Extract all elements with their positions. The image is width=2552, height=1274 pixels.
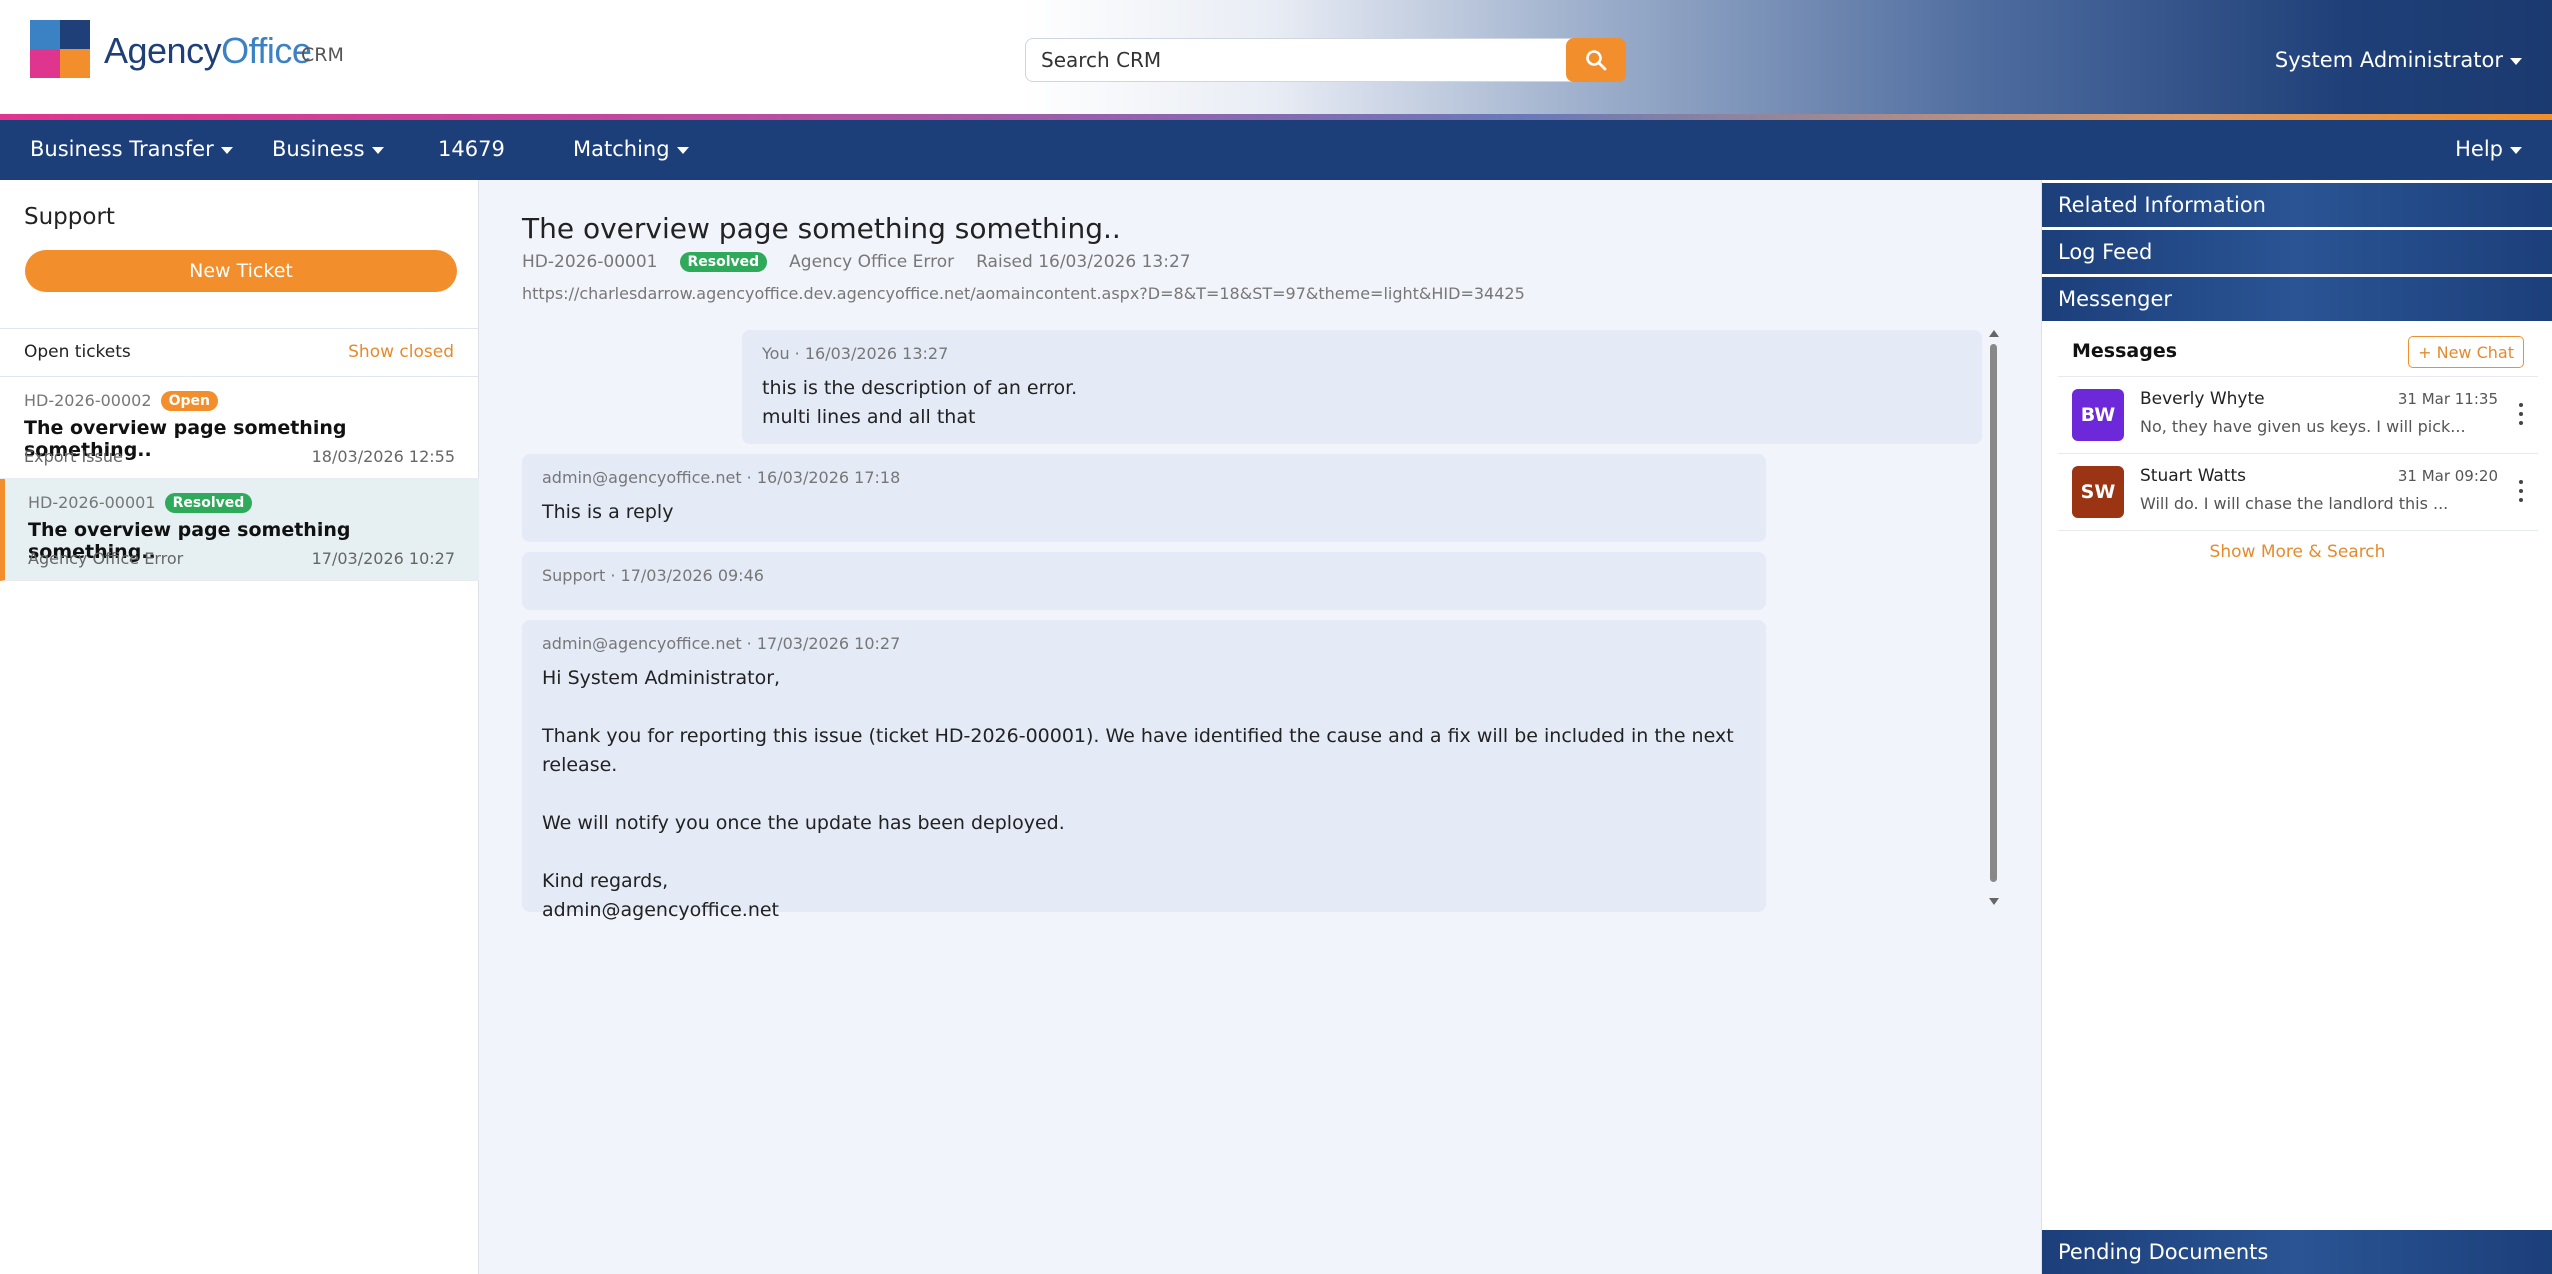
show-closed-link[interactable]: Show closed — [348, 342, 454, 362]
chat-preview: Will do. I will chase the landlord this … — [2140, 494, 2449, 513]
ticket-category: Export Issue — [24, 447, 123, 466]
message-header: Support · 17/03/2026 09:46 — [542, 566, 764, 585]
nav-help[interactable]: Help — [2455, 120, 2522, 180]
support-sidebar: Support New Ticket Open tickets Show clo… — [0, 180, 479, 1274]
app-header: AgencyOffice CRM System Administrator — [0, 0, 2552, 114]
new-chat-button[interactable]: + New Chat — [2408, 336, 2524, 368]
chevron-down-icon — [676, 146, 689, 154]
section-related-information[interactable]: Related Information — [2042, 183, 2552, 227]
scroll-down-arrow-icon[interactable] — [1989, 898, 1999, 905]
message-bubble: Support · 17/03/2026 09:46 — [522, 552, 1766, 610]
new-ticket-button[interactable]: New Ticket — [25, 250, 457, 292]
message-header: admin@agencyoffice.net · 17/03/2026 10:2… — [542, 634, 901, 653]
nav-record-14679[interactable]: 14679 — [438, 120, 505, 180]
search-icon — [1586, 50, 1607, 71]
message-header: admin@agencyoffice.net · 16/03/2026 17:1… — [542, 468, 901, 487]
message-header: You · 16/03/2026 13:27 — [762, 344, 949, 363]
ticket-id: HD-2026-00001 — [522, 252, 658, 272]
section-log-feed[interactable]: Log Feed — [2042, 230, 2552, 274]
open-tickets-label: Open tickets — [24, 342, 131, 362]
ticket-id: HD-2026-00001 — [28, 493, 156, 512]
avatar: BW — [2072, 389, 2124, 441]
nav-business[interactable]: Business — [272, 120, 384, 180]
avatar: SW — [2072, 466, 2124, 518]
status-badge: Resolved — [164, 493, 253, 513]
message-bubble-own: You · 16/03/2026 13:27 this is the descr… — [742, 330, 1982, 444]
message-body: this is the description of an error. mul… — [762, 377, 1078, 428]
ticket-list-item-selected[interactable]: HD-2026-00001 Resolved The overview page… — [0, 479, 479, 581]
chevron-down-icon — [2510, 146, 2522, 154]
search-button[interactable] — [1566, 38, 1626, 82]
divider — [0, 328, 479, 329]
ticket-date: 17/03/2026 10:27 — [311, 549, 455, 568]
more-options-icon[interactable] — [2516, 401, 2526, 427]
chat-name: Beverly Whyte — [2140, 389, 2265, 409]
nav-matching[interactable]: Matching — [573, 120, 689, 180]
chat-date: 31 Mar 11:35 — [2397, 390, 2498, 408]
message-bubble: admin@agencyoffice.net · 17/03/2026 10:2… — [522, 620, 1766, 921]
ticket-detail: The overview page something something.. … — [480, 180, 2041, 1274]
ticket-id: HD-2026-00002 — [24, 391, 152, 410]
right-panel: Related Information Log Feed Messenger M… — [2041, 180, 2552, 1274]
ticket-list-item[interactable]: HD-2026-00002 Open The overview page som… — [0, 377, 479, 479]
ticket-category: Agency Office Error — [789, 252, 955, 272]
chevron-down-icon — [2510, 57, 2522, 65]
messages-scrollbar[interactable] — [1986, 330, 2002, 910]
messages-title: Messages — [2072, 340, 2178, 362]
divider — [2058, 530, 2538, 531]
ticket-meta: HD-2026-00001 Resolved Agency Office Err… — [522, 252, 1191, 272]
brand-name: AgencyOffice — [104, 30, 312, 71]
main-nav: Business Transfer Business 14679 Matchin… — [0, 120, 2552, 180]
message-body: This is a reply — [542, 501, 674, 523]
sidebar-title: Support — [24, 204, 115, 230]
chevron-down-icon — [371, 146, 384, 154]
status-badge: Open — [160, 391, 218, 411]
search-box — [1025, 38, 1626, 82]
ticket-category: Agency Office Error — [28, 549, 184, 568]
scroll-up-arrow-icon[interactable] — [1989, 330, 1999, 337]
chat-name: Stuart Watts — [2140, 466, 2247, 486]
user-menu[interactable]: System Administrator — [2275, 48, 2522, 72]
ticket-date: 18/03/2026 12:55 — [311, 447, 455, 466]
nav-business-transfer[interactable]: Business Transfer — [30, 120, 233, 180]
ticket-url[interactable]: https://charlesdarrow.agencyoffice.dev.a… — [522, 284, 1525, 303]
ticket-raised-date: Raised 16/03/2026 13:27 — [976, 252, 1191, 272]
agencyoffice-logo[interactable] — [30, 20, 90, 78]
chat-item[interactable]: BW Beverly Whyte 31 Mar 11:35 No, they h… — [2058, 377, 2538, 453]
chat-item[interactable]: SW Stuart Watts 31 Mar 09:20 Will do. I … — [2058, 454, 2538, 530]
brand-suffix: CRM — [301, 44, 344, 66]
chevron-down-icon — [220, 146, 233, 154]
section-messenger[interactable]: Messenger — [2042, 277, 2552, 321]
more-options-icon[interactable] — [2516, 478, 2526, 504]
chat-preview: No, they have given us keys. I will pick… — [2140, 417, 2466, 436]
ticket-title: The overview page something something.. — [522, 212, 1121, 245]
show-more-search-link[interactable]: Show More & Search — [2042, 542, 2552, 562]
message-body: Hi System Administrator, Thank you for r… — [542, 667, 1734, 921]
status-badge: Resolved — [679, 252, 768, 272]
scroll-thumb[interactable] — [1990, 344, 1997, 882]
search-input[interactable] — [1026, 39, 1566, 81]
section-pending-documents[interactable]: Pending Documents — [2042, 1230, 2552, 1274]
chat-date: 31 Mar 09:20 — [2397, 467, 2498, 485]
message-bubble: admin@agencyoffice.net · 16/03/2026 17:1… — [522, 454, 1766, 542]
